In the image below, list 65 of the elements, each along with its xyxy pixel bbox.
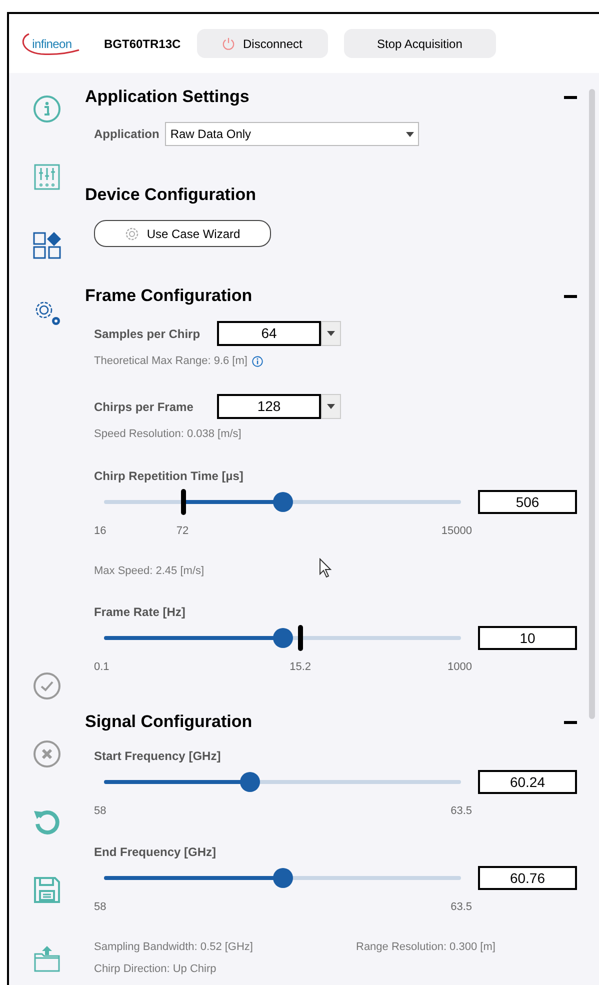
tick-label: 1000 <box>448 660 472 675</box>
toolbar-button[interactable]: Stop Acquisition <box>344 29 496 58</box>
slider[interactable] <box>104 625 461 651</box>
tick-label: 0.1 <box>94 660 110 675</box>
section-heading: Device Configuration <box>85 184 256 206</box>
pointer-icon <box>319 558 332 578</box>
slider-thumb[interactable] <box>240 772 260 792</box>
tick-label: 63.5 <box>450 900 472 915</box>
info-text: Max Speed: 2.45 [m/s] <box>94 564 204 577</box>
dropdown-arrow-icon <box>327 404 335 409</box>
tick-label: 63.5 <box>450 804 472 819</box>
apps-icon[interactable] <box>33 231 61 259</box>
range-marker[interactable] <box>180 489 186 515</box>
value-field[interactable]: 10 <box>478 626 577 650</box>
wizard-button[interactable]: Use Case Wizard <box>94 220 271 247</box>
settings-icon[interactable] <box>33 299 61 327</box>
range-marker[interactable] <box>298 625 304 651</box>
slider-label: End Frequency [GHz] <box>94 844 218 859</box>
collapse-icon[interactable] <box>564 294 577 298</box>
info-text: Range Resolution: 0.300 [m] <box>356 940 496 953</box>
collapse-icon[interactable] <box>564 96 577 98</box>
value-field[interactable]: 60.24 <box>478 770 577 794</box>
tick-label: 58 <box>94 804 106 819</box>
slider-label: Frame Rate [Hz] <box>94 604 186 619</box>
dropdown-button[interactable] <box>321 394 341 419</box>
info-text: Speed Resolution: 0.038 [m/s] <box>94 426 242 442</box>
section-heading: Application Settings <box>85 86 250 108</box>
dropdown-arrow-icon <box>327 331 335 336</box>
dropdown-arrow-icon <box>406 132 414 136</box>
slider-thumb[interactable] <box>272 492 292 512</box>
application-dropdown[interactable]: Raw Data Only <box>165 122 420 146</box>
info-text: Sampling Bandwidth: 0.52 [GHz] <box>94 940 254 953</box>
field-label: Application <box>94 126 160 143</box>
cancel-icon[interactable] <box>33 740 61 768</box>
slider-thumb[interactable] <box>272 628 292 648</box>
field-label: Samples per Chirp <box>94 326 202 342</box>
gear-icon <box>124 226 139 240</box>
field-label: Chirps per Frame <box>94 398 194 416</box>
tick-label: 15000 <box>441 524 472 539</box>
device-name: BGT60TR13C <box>104 36 181 52</box>
slider-label: Chirp Repetition Time [µs] <box>94 468 244 483</box>
collapse-icon[interactable] <box>564 720 577 724</box>
number-field[interactable]: 128 <box>217 394 321 419</box>
tick-label: 15.2 <box>290 660 312 675</box>
check-icon[interactable] <box>33 672 61 700</box>
toolbar-button[interactable]: Disconnect <box>196 29 328 58</box>
slider-label: Start Frequency [GHz] <box>94 748 222 763</box>
number-field[interactable]: 64 <box>217 321 321 346</box>
scrollbar[interactable] <box>589 89 595 719</box>
section-heading: Signal Configuration <box>85 711 252 734</box>
info-text: Chirp Direction: Up Chirp <box>94 962 218 975</box>
sliders-icon[interactable] <box>33 163 61 191</box>
slider-thumb[interactable] <box>272 868 292 888</box>
tick-label: 16 <box>94 524 106 539</box>
value-field[interactable]: 60.76 <box>478 866 577 890</box>
tick-label: 58 <box>94 900 106 915</box>
info-text: Theoretical Max Range: 9.6 [m] <box>94 354 248 369</box>
power-icon <box>222 37 235 50</box>
info-icon[interactable] <box>252 356 264 366</box>
slider[interactable] <box>104 489 461 515</box>
value-field[interactable]: 506 <box>478 490 577 514</box>
dropdown-button[interactable] <box>321 321 341 346</box>
section-heading: Frame Configuration <box>85 285 252 308</box>
logo: infineon <box>21 30 83 58</box>
tick-label: 72 <box>176 524 189 539</box>
